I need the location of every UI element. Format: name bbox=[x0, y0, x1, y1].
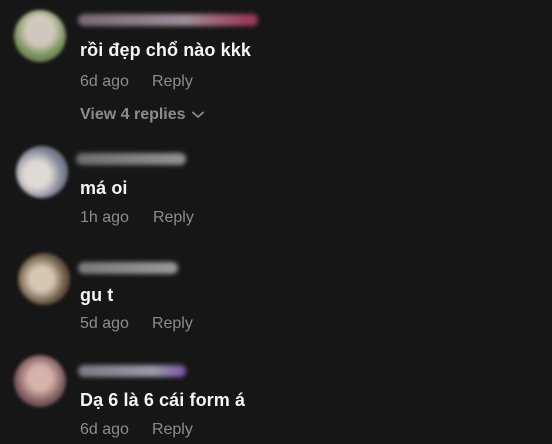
comment-meta: 6d ago Reply bbox=[80, 421, 193, 439]
comments-feed: rồi đẹp chổ nào kkk 6d ago Reply View 4 … bbox=[0, 0, 552, 444]
timestamp: 1h ago bbox=[80, 209, 129, 226]
comment-meta: 1h ago Reply bbox=[80, 209, 194, 227]
avatar[interactable] bbox=[16, 146, 68, 198]
avatar[interactable] bbox=[14, 355, 66, 407]
comment-text: Dạ 6 là 6 cái form á bbox=[80, 390, 246, 410]
timestamp: 5d ago bbox=[80, 315, 129, 332]
comment-text: rồi đẹp chổ nào kkk bbox=[80, 40, 251, 60]
timestamp: 6d ago bbox=[80, 421, 129, 438]
timestamp: 6d ago bbox=[80, 73, 129, 90]
comment-meta: 5d ago Reply bbox=[80, 315, 193, 333]
username-redacted[interactable] bbox=[78, 14, 258, 26]
comment-meta: 6d ago Reply bbox=[80, 73, 193, 91]
comment-text: má oi bbox=[80, 178, 128, 198]
reply-button[interactable]: Reply bbox=[152, 73, 193, 91]
avatar[interactable] bbox=[18, 253, 70, 305]
reply-button[interactable]: Reply bbox=[153, 209, 194, 227]
view-replies-label: View 4 replies bbox=[80, 106, 186, 123]
username-redacted[interactable] bbox=[78, 262, 178, 274]
comment-text: gu t bbox=[80, 285, 114, 305]
username-redacted[interactable] bbox=[78, 365, 186, 377]
reply-button[interactable]: Reply bbox=[152, 315, 193, 333]
reply-button[interactable]: Reply bbox=[152, 421, 193, 439]
chevron-down-icon bbox=[191, 111, 204, 118]
view-replies-button[interactable]: View 4 replies bbox=[80, 106, 204, 124]
username-redacted[interactable] bbox=[76, 153, 186, 165]
avatar[interactable] bbox=[14, 10, 66, 62]
